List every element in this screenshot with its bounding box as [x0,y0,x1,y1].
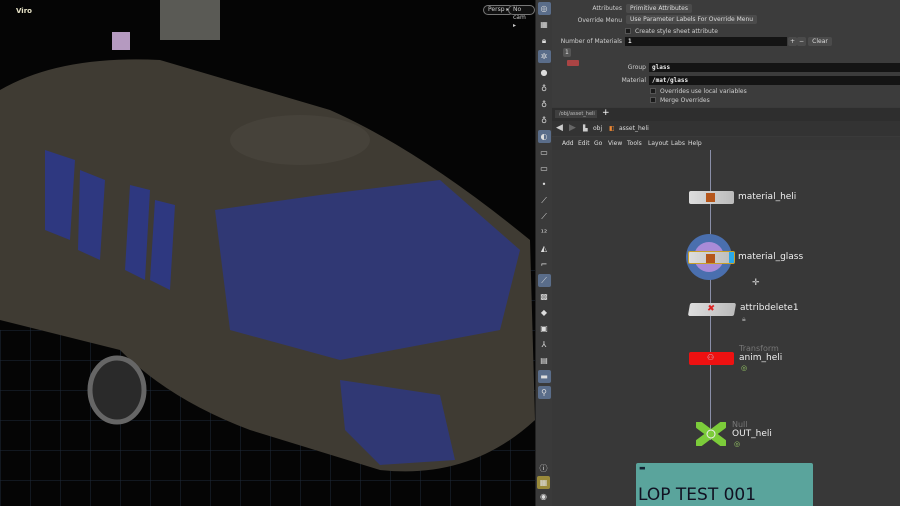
style-sheet-checkbox[interactable] [625,28,631,34]
camera-2-icon[interactable]: ▭ [538,162,551,175]
geometry-icon[interactable]: ◆ [538,306,551,319]
override-menu[interactable]: Use Parameter Labels For Override Menu [626,15,758,24]
info-icon[interactable]: ⓘ [537,462,550,475]
merge-overrides-checkbox[interactable] [650,97,656,103]
menu-labs[interactable]: Labs [671,140,685,147]
eye-icon[interactable]: ◉ [537,490,550,503]
multiparm-tab[interactable]: 1 [563,48,571,57]
flag-icon: ◎ [734,440,741,448]
path-asset-heli[interactable]: asset_heli [619,125,649,132]
network-editor[interactable]: material_heli material_glass ✖ attribdel… [552,150,900,506]
pin-icon[interactable]: ⚲ [537,386,551,399]
grid-icon[interactable]: ▤ [538,354,551,367]
camera-icon[interactable]: ▭ [538,146,551,159]
display-icon[interactable]: ▦ [538,18,551,31]
menu-edit[interactable]: Edit [578,140,590,147]
attributes-menu[interactable]: Primitive Attributes [626,4,692,13]
node-attribdelete1[interactable]: ✖ [687,303,737,316]
null-icon [695,421,727,447]
node-out-heli[interactable] [695,421,727,447]
shading-icon[interactable]: ◐ [537,130,551,143]
sphere-icon[interactable]: ● [538,66,551,79]
merge-overrides-label: Merge Overrides [660,97,710,104]
menu-add[interactable]: Add [562,140,574,147]
back-icon[interactable]: ◀ [556,123,563,133]
network-menu-bar: Add Edit Go View Tools Layout Labs Help [552,137,900,150]
volume-icon[interactable]: ◭ [538,242,551,255]
helicopter-render [0,0,535,506]
menu-layout[interactable]: Layout [648,140,668,147]
menu-help[interactable]: Help [688,140,702,147]
sticky-collapse-icon[interactable]: ▬ [639,464,646,472]
node-label: anim_heli [739,353,783,363]
clear-button[interactable]: Clear [808,37,832,46]
remove-material-button[interactable]: − [797,37,807,46]
parameter-pane: Attributes Primitive Attributes Override… [552,0,900,107]
layout-icon[interactable]: ▦ [537,476,550,489]
menu-go[interactable]: Go [594,140,602,147]
3d-viewport[interactable]: Viro Persp ▸ No cam ▸ [0,0,535,506]
light-3-icon[interactable]: ♁ [538,114,551,127]
axis-icon[interactable]: ⅄ [538,338,551,351]
node-anim-heli[interactable]: ⚇ [689,352,734,365]
num-materials-label: Number of Materials [560,38,622,45]
node-material-heli[interactable] [689,191,734,204]
flag-icon: ◎ [741,364,748,372]
transform-icon: ⚇ [707,353,715,362]
point-icon[interactable]: • [538,178,551,191]
select-icon[interactable]: ◎ [537,2,551,15]
material-label: Material [621,77,646,84]
snap-icon[interactable]: ✲ [537,50,551,63]
node-type: Null [732,420,748,429]
asset-icon: ◧ [609,125,615,132]
num-materials-field[interactable]: 1 [625,37,787,46]
camera-menu-button[interactable]: No cam ▸ [508,5,535,29]
lock-icon[interactable]: 🔒︎ [538,34,551,47]
light-icon[interactable]: ♁ [538,82,551,95]
style-sheet-label: Create style sheet attribute [635,28,718,35]
texture-icon[interactable]: ▩ [538,290,551,303]
tab-obj-asset-heli[interactable]: /obj/asset_heli [555,110,597,118]
light-2-icon[interactable]: ♁ [538,98,551,111]
uv-icon[interactable]: ▣ [538,322,551,335]
node-label: material_heli [738,192,797,202]
material-icon [706,193,715,202]
material-icon [706,254,715,263]
material-field[interactable]: /mat/glass [649,76,900,85]
add-tab-button[interactable]: + [602,108,610,118]
viewport-toolbar: ◎ ▦ 🔒︎ ✲ ● ♁ ♁ ♁ ◐ ▭ ▭ • ⟋ ⟋ ¹² ◭ ⌐ ⟋ ▩ … [535,0,552,506]
path-bar: ◀ ▶ ▙ obj ◧ asset_heli [552,121,900,136]
node-label: OUT_heli [732,429,772,439]
render-icon[interactable]: ▬ [537,370,551,383]
node-type: Transform [739,344,779,353]
sticky-note[interactable]: ▬ LOP TEST 001 [636,463,813,506]
cursor-icon: ✛ [752,278,760,288]
brush-icon[interactable]: ⟋ [538,210,551,223]
add-material-button[interactable]: + [788,37,798,46]
viewport-name: Viro [16,7,32,15]
forward-icon[interactable]: ▶ [569,123,576,133]
node-label: attribdelete1 [740,303,799,313]
override-menu-label: Override Menu [577,17,622,24]
overrides-local-label: Overrides use local variables [660,88,747,95]
node-material-glass[interactable] [688,251,735,264]
group-field[interactable]: glass [649,63,900,72]
ruler-icon[interactable]: ⌐ [538,258,551,271]
lock-icon: 🔒︎ [742,315,746,323]
wire-icon[interactable]: ⟋ [537,274,551,287]
menu-tools[interactable]: Tools [627,140,642,147]
number-icon[interactable]: ¹² [538,226,551,239]
group-label: Group [627,64,646,71]
node-label: material_glass [738,252,804,262]
menu-view[interactable]: View [608,140,622,147]
pane-tabs: /obj/asset_heli + [552,108,900,121]
path-obj[interactable]: obj [593,125,602,132]
attributes-label: Attributes [592,5,622,12]
delete-icon: ✖ [706,304,716,314]
sticky-note-text: LOP TEST 001 [638,485,757,505]
edge-icon[interactable]: ⟋ [538,194,551,207]
obj-folder-icon: ▙ [583,125,588,132]
overrides-local-checkbox[interactable] [650,88,656,94]
